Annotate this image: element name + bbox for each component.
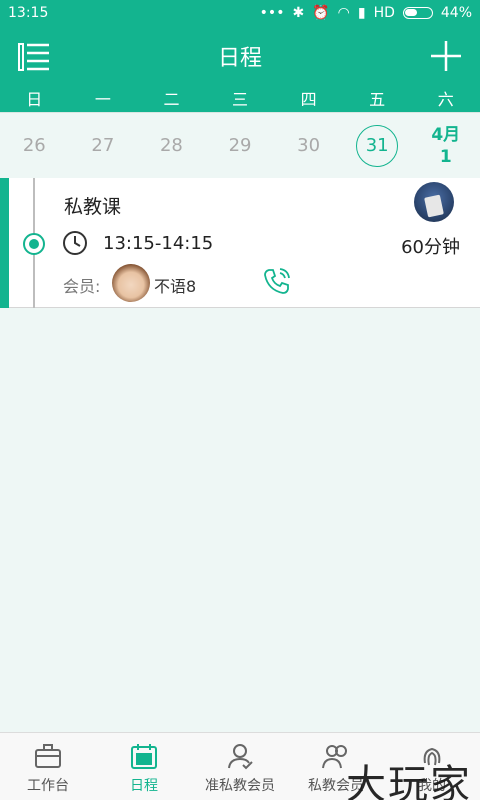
battery-percent: 44%	[440, 5, 472, 21]
weekday-sun: 日	[26, 90, 43, 109]
date-cell-28[interactable]: 28	[137, 113, 206, 178]
phone-call-icon[interactable]	[262, 266, 292, 296]
weekday-sat: 六	[437, 90, 454, 109]
weekday-fri: 五	[369, 90, 386, 109]
lesson-course-name: 私教课	[64, 196, 122, 218]
watermark-logo: 大玩家	[346, 762, 472, 800]
lesson-card[interactable]: 私教课 13:15-14:15 60分钟 会员: 不语8	[0, 178, 480, 308]
battery-icon	[402, 7, 433, 19]
lesson-duration: 60分钟	[401, 237, 460, 258]
status-time: 13:15	[8, 5, 49, 21]
date-cell-27[interactable]: 27	[69, 113, 138, 178]
coach-avatar	[414, 182, 454, 222]
tab-prospective-members-label: 准私教会员	[205, 778, 275, 794]
timeline-dot-icon	[23, 233, 45, 255]
lesson-time: 13:15-14:15	[103, 233, 214, 254]
status-bar: 13:15 ••• ✱ ⏰ ◠ ▮ HD 44%	[0, 0, 480, 26]
tab-schedule[interactable]: 日程	[96, 733, 192, 800]
next-day-label: 1	[439, 146, 452, 167]
date-cell-26[interactable]: 26	[0, 113, 69, 178]
plus-icon	[431, 41, 461, 71]
date-cell-next-month[interactable]: 4月 1	[411, 113, 480, 178]
weekday-tue: 二	[163, 90, 180, 109]
bluetooth-icon: ✱	[292, 5, 305, 21]
weekday-mon: 一	[94, 90, 111, 109]
weekday-wed: 三	[232, 90, 249, 109]
date-cell-selected[interactable]: 31	[343, 113, 412, 178]
user-check-icon	[228, 744, 253, 770]
member-label: 会员:	[63, 277, 101, 296]
tab-workbench-label: 工作台	[27, 778, 69, 794]
date-row: 26 27 28 29 30 31 4月 1	[0, 112, 480, 178]
member-avatar	[112, 264, 150, 302]
signal-icon: ▮	[357, 5, 366, 21]
next-month-label: 4月	[431, 124, 461, 145]
date-cell-29[interactable]: 29	[206, 113, 275, 178]
member-name: 不语8	[154, 277, 197, 296]
wifi-icon: ◠	[337, 5, 350, 21]
header: 日程	[0, 26, 480, 88]
more-dots-icon: •••	[259, 5, 285, 21]
alarm-icon: ⏰	[312, 5, 330, 21]
weekday-row: 日 一 二 三 四 五 六	[0, 88, 480, 112]
briefcase-icon	[35, 744, 61, 768]
add-button[interactable]	[430, 40, 462, 72]
network-label: HD	[373, 5, 395, 21]
calendar-icon	[131, 744, 157, 769]
weekday-thu: 四	[300, 90, 317, 109]
tab-schedule-label: 日程	[130, 778, 158, 794]
tab-workbench[interactable]: 工作台	[0, 733, 96, 800]
tab-prospective-members[interactable]: 准私教会员	[192, 733, 288, 800]
selected-date-label: 31	[356, 124, 399, 167]
date-cell-30[interactable]: 30	[274, 113, 343, 178]
lesson-accent-bar	[0, 178, 9, 308]
clock-icon	[63, 231, 87, 255]
page-title: 日程	[217, 46, 262, 71]
